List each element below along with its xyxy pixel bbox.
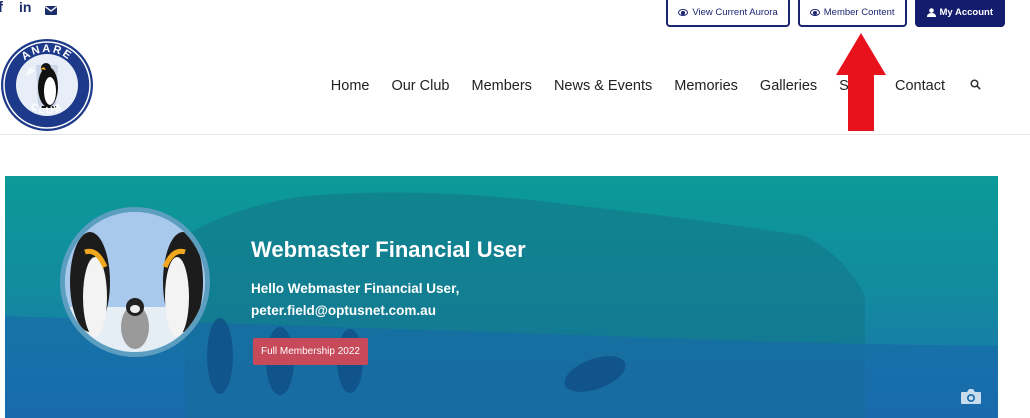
profile-name: Webmaster Financial User <box>251 237 526 262</box>
my-account-label: My Account <box>939 7 993 18</box>
logo-bottom-text: CLUB <box>29 101 64 117</box>
nav-galleries[interactable]: Galleries <box>749 76 828 96</box>
camera-icon[interactable] <box>960 388 982 405</box>
main-nav: Home Our Club Members News & Events Memo… <box>320 76 992 96</box>
linkedin-icon[interactable]: in <box>19 0 31 14</box>
svg-text:ANARE: ANARE <box>19 43 74 63</box>
member-content-button[interactable]: Member Content <box>797 0 907 27</box>
facebook-icon[interactable]: f <box>0 0 3 15</box>
user-icon <box>926 8 936 17</box>
logo-top-text: ANARE <box>19 43 72 63</box>
mail-icon[interactable] <box>45 2 57 20</box>
nav-our-club[interactable]: Our Club <box>380 76 460 96</box>
nav-news-events[interactable]: News & Events <box>543 76 663 96</box>
arrow-up-icon <box>836 33 886 131</box>
nav-memories[interactable]: Memories <box>663 76 749 96</box>
search-icon[interactable] <box>956 76 992 96</box>
anare-club-logo[interactable]: ANARE CLUB <box>0 37 94 134</box>
eye-icon <box>678 9 689 16</box>
member-content-label: Member Content <box>823 7 895 18</box>
nav-members[interactable]: Members <box>461 76 543 96</box>
profile-email: peter.field@optusnet.com.au <box>251 303 436 318</box>
svg-text:CLUB: CLUB <box>29 101 66 117</box>
profile-greeting: Hello Webmaster Financial User, <box>251 281 460 296</box>
nav-home[interactable]: Home <box>320 76 381 96</box>
view-current-aurora-label: View Current Aurora <box>692 7 778 18</box>
view-current-aurora-button[interactable]: View Current Aurora <box>666 0 790 27</box>
my-account-button[interactable]: My Account <box>914 0 1005 27</box>
membership-badge: Full Membership 2022 <box>253 338 368 365</box>
profile-avatar[interactable] <box>60 207 210 357</box>
nav-contact[interactable]: Contact <box>884 76 956 96</box>
header-divider <box>0 134 1030 135</box>
top-buttons: View Current Aurora Member Content My Ac… <box>666 0 1005 27</box>
eye-icon <box>809 9 820 16</box>
